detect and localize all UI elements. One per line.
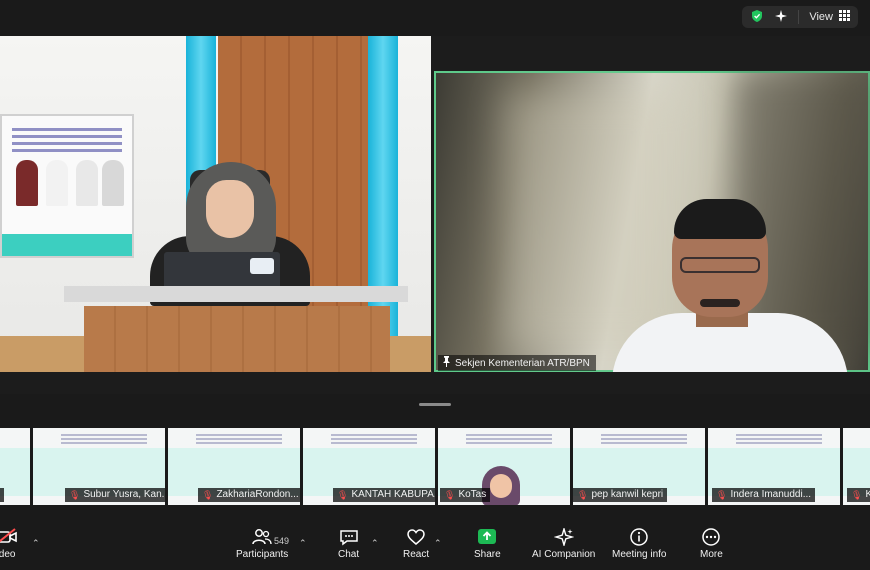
security-shield-icon[interactable] bbox=[750, 9, 764, 26]
mic-muted-icon: 🎙 bbox=[851, 490, 863, 500]
mic-muted-icon: 🎙 bbox=[69, 490, 81, 500]
more-dots-icon bbox=[701, 528, 721, 546]
presenter-video-tile[interactable] bbox=[0, 36, 431, 372]
participant-name-label: 🎙 KoTas bbox=[440, 488, 491, 502]
participant-name-label bbox=[0, 488, 4, 502]
speaker-hair bbox=[674, 199, 766, 239]
react-label: React bbox=[403, 549, 430, 560]
participants-icon bbox=[252, 528, 272, 546]
share-label: Share bbox=[474, 549, 501, 560]
ai-companion-label: AI Companion bbox=[532, 549, 596, 560]
mic-muted-icon: 🎙 bbox=[577, 490, 589, 500]
meeting-info-label: Meeting info bbox=[612, 549, 667, 560]
ai-companion-sparkle-icon bbox=[553, 528, 574, 546]
participants-options-caret-icon[interactable]: ⌃ bbox=[299, 538, 307, 549]
mic-muted-icon: 🎙 bbox=[444, 490, 456, 500]
chat-button[interactable]: Chat bbox=[338, 528, 359, 560]
view-controls: View bbox=[742, 6, 858, 28]
participants-label: Participants bbox=[236, 549, 289, 560]
presenter-face bbox=[206, 180, 254, 238]
participant-name-label: 🎙 ZakhariaRondon... bbox=[198, 488, 300, 502]
speaker-name-tag: Sekjen Kementerian ATR/BPN bbox=[438, 355, 596, 371]
video-options-caret-icon[interactable]: ⌃ bbox=[32, 538, 40, 549]
mic-muted-icon: 🎙 bbox=[337, 490, 349, 500]
participant-tile[interactable]: 🎙 KoTas bbox=[438, 428, 570, 505]
ai-sparkle-icon[interactable] bbox=[774, 9, 788, 26]
chat-label: Chat bbox=[338, 549, 360, 560]
meeting-toolbar: ideo ⌃ Participants 549 ⌃ Chat ⌃ React ⌃… bbox=[0, 524, 870, 570]
grid-icon bbox=[839, 10, 850, 24]
participant-tile[interactable] bbox=[0, 428, 30, 505]
view-label: View bbox=[809, 11, 833, 23]
view-button[interactable]: View bbox=[809, 10, 850, 24]
speaker-glasses bbox=[680, 257, 760, 273]
participant-tile[interactable]: 🎙 Subur Yusra, Kan... bbox=[33, 428, 165, 505]
filmstrip-resize-handle[interactable] bbox=[419, 403, 451, 406]
react-options-caret-icon[interactable]: ⌃ bbox=[434, 538, 442, 549]
participant-tile[interactable]: 🎙 Indera Imanuddi... bbox=[708, 428, 840, 505]
participant-name-label: 🎙 Subur Yusra, Kan... bbox=[65, 488, 165, 502]
video-button[interactable]: ideo bbox=[0, 528, 18, 560]
video-label: ideo bbox=[0, 549, 16, 560]
participant-name-label: 🎙Ka bbox=[847, 488, 870, 502]
chat-options-caret-icon[interactable]: ⌃ bbox=[371, 538, 379, 549]
active-speaker-video-tile[interactable] bbox=[434, 71, 870, 372]
react-button[interactable]: React bbox=[403, 528, 429, 560]
participant-filmstrip: 🎙 Subur Yusra, Kan... 🎙 ZakhariaRondon... … bbox=[0, 428, 870, 505]
participants-count: 549 bbox=[274, 536, 290, 546]
desk-top bbox=[64, 286, 408, 302]
top-bar: View bbox=[0, 0, 870, 36]
pin-icon bbox=[442, 356, 451, 370]
divider bbox=[798, 10, 800, 24]
info-icon bbox=[629, 528, 649, 546]
participant-tile[interactable]: 🎙 KANTAH KABUPA... bbox=[303, 428, 435, 505]
desk-front bbox=[84, 306, 390, 372]
participant-name-label: 🎙 Indera Imanuddi... bbox=[712, 488, 816, 502]
participant-tile[interactable]: 🎙 ZakhariaRondon... bbox=[168, 428, 300, 505]
participant-tile[interactable]: 🎙 pep kanwil kepri bbox=[573, 428, 705, 505]
chat-icon bbox=[339, 528, 359, 546]
mic-muted-icon: 🎙 bbox=[202, 490, 214, 500]
video-off-icon bbox=[0, 528, 18, 546]
wall-poster-image bbox=[0, 114, 134, 258]
heart-icon bbox=[406, 528, 426, 546]
share-screen-icon bbox=[476, 528, 498, 546]
laptop bbox=[164, 252, 280, 290]
more-label: More bbox=[700, 549, 723, 560]
meeting-info-button[interactable]: Meeting info bbox=[612, 528, 666, 560]
more-button[interactable]: More bbox=[700, 528, 723, 560]
participant-name-label: 🎙 pep kanwil kepri bbox=[573, 488, 668, 502]
ai-companion-button[interactable]: AI Companion bbox=[532, 528, 595, 560]
participant-name-label: 🎙 KANTAH KABUPA... bbox=[333, 488, 435, 502]
share-button[interactable]: Share bbox=[474, 528, 501, 560]
speaker-name: Sekjen Kementerian ATR/BPN bbox=[455, 357, 590, 369]
mic-muted-icon: 🎙 bbox=[716, 490, 728, 500]
participant-tile[interactable]: 🎙Ka bbox=[843, 428, 870, 505]
